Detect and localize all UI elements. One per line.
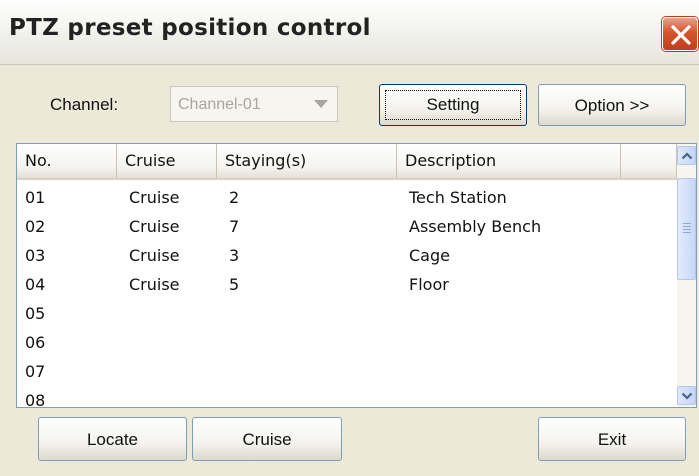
cell-no: 02 <box>25 217 46 236</box>
dropdown-arrow-icon <box>314 100 328 108</box>
cell-staying: 5 <box>229 275 240 294</box>
title-bar[interactable]: PTZ preset position control <box>0 0 699 65</box>
cell-staying: 2 <box>229 188 240 207</box>
close-icon <box>671 25 691 45</box>
table-row[interactable]: 01 Cruise 2 Tech Station <box>17 184 677 213</box>
scroll-up-button[interactable] <box>677 146 696 165</box>
cell-no: 03 <box>25 246 46 265</box>
setting-button-label: Setting <box>426 95 480 114</box>
table-row[interactable]: 05 <box>17 300 677 329</box>
column-header-no[interactable]: No. <box>17 144 117 178</box>
grip-icon <box>683 223 691 224</box>
channel-select-value: Channel-01 <box>178 96 261 113</box>
column-header-staying[interactable]: Staying(s) <box>217 144 397 178</box>
list-rows: 01 Cruise 2 Tech Station 02 Cruise 7 Ass… <box>17 184 677 408</box>
cell-description: Assembly Bench <box>409 217 542 236</box>
cell-cruise: Cruise <box>129 188 180 207</box>
vertical-scrollbar[interactable] <box>677 144 696 407</box>
exit-button[interactable]: Exit <box>538 417 686 461</box>
cell-no: 01 <box>25 188 46 207</box>
cell-description: Floor <box>409 275 449 294</box>
table-row[interactable]: 04 Cruise 5 Floor <box>17 271 677 300</box>
cell-description: Tech Station <box>409 188 507 207</box>
cell-staying: 7 <box>229 217 240 236</box>
table-row[interactable]: 08 <box>17 387 677 408</box>
cell-cruise: Cruise <box>129 275 180 294</box>
scroll-down-button[interactable] <box>677 386 696 405</box>
cell-cruise: Cruise <box>129 246 180 265</box>
column-header-cruise[interactable]: Cruise <box>117 144 217 178</box>
cell-no: 05 <box>25 304 46 323</box>
channel-select[interactable]: Channel-01 <box>170 86 338 122</box>
cell-no: 08 <box>25 391 46 408</box>
table-row[interactable]: 06 <box>17 329 677 358</box>
close-button[interactable] <box>662 17 698 51</box>
table-row[interactable]: 03 Cruise 3 Cage <box>17 242 677 271</box>
window-title: PTZ preset position control <box>9 15 371 41</box>
cell-staying: 3 <box>229 246 240 265</box>
locate-button[interactable]: Locate <box>38 417 187 461</box>
option-button[interactable]: Option >> <box>538 84 686 126</box>
chevron-down-icon <box>681 392 693 400</box>
cell-no: 06 <box>25 333 46 352</box>
cell-description: Cage <box>409 246 450 265</box>
option-button-label: Option >> <box>574 96 650 115</box>
setting-button[interactable]: Setting <box>379 84 527 126</box>
preset-list[interactable]: No. Cruise Staying(s) Description 01 Cru… <box>16 143 697 408</box>
channel-label: Channel: <box>50 95 119 114</box>
table-row[interactable]: 02 Cruise 7 Assembly Bench <box>17 213 677 242</box>
column-header-blank[interactable] <box>621 144 677 178</box>
cell-cruise: Cruise <box>129 217 180 236</box>
scroll-thumb[interactable] <box>677 178 696 280</box>
column-header-description[interactable]: Description <box>397 144 621 178</box>
cell-no: 04 <box>25 275 46 294</box>
ptz-preset-window: PTZ preset position control Channel: Cha… <box>0 0 699 476</box>
cruise-button-label: Cruise <box>242 430 292 449</box>
cell-no: 07 <box>25 362 46 381</box>
cruise-button[interactable]: Cruise <box>192 417 342 461</box>
list-header: No. Cruise Staying(s) Description <box>17 144 677 180</box>
locate-button-label: Locate <box>86 430 139 449</box>
chevron-up-icon <box>681 152 693 160</box>
table-row[interactable]: 07 <box>17 358 677 387</box>
exit-button-label: Exit <box>597 430 627 449</box>
